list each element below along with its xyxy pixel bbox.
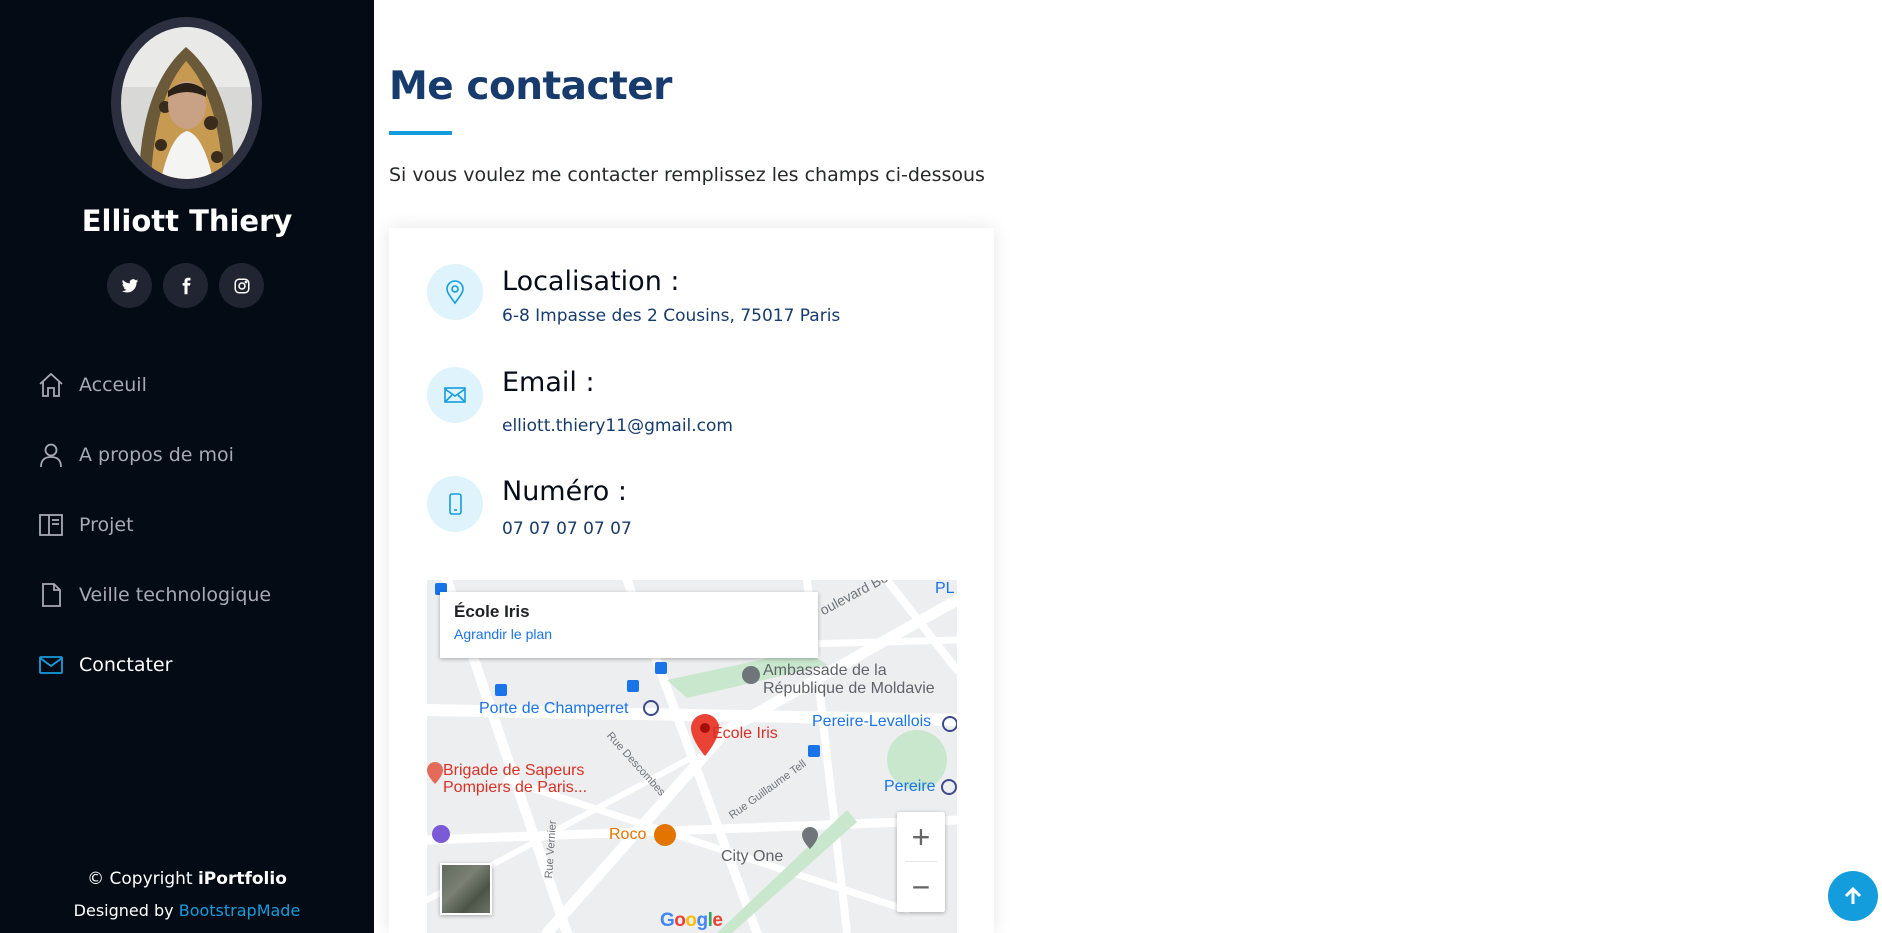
nav-item-acceuil[interactable]: Acceuil xyxy=(37,350,271,420)
map-label: Pompiers de Paris... xyxy=(443,779,588,796)
main-nav: Acceuil A propos de moi Projet Veille te… xyxy=(37,350,271,700)
map-label: Pereire-Levallois xyxy=(812,713,932,730)
embedded-map[interactable]: École Iris Agrandir le plan Ambassade de… xyxy=(427,580,957,933)
home-icon xyxy=(39,372,63,397)
phone-label: Numéro : xyxy=(502,476,627,507)
copyright-brand: iPortfolio xyxy=(197,869,287,889)
instagram-icon xyxy=(234,278,249,293)
nav-label: Veille technologique xyxy=(79,584,272,606)
credits-prefix: Designed by xyxy=(73,901,179,920)
location-icon xyxy=(427,264,483,320)
map-label: Porte de Champerret xyxy=(479,700,629,717)
map-place-card: École Iris Agrandir le plan xyxy=(440,592,818,658)
profile-name: Elliott Thiery xyxy=(81,204,293,238)
person-icon xyxy=(40,443,62,468)
nav-label: A propos de moi xyxy=(79,444,234,466)
credits: Designed by BootstrapMade xyxy=(0,895,374,926)
profile-avatar-frame xyxy=(111,17,262,189)
avatar xyxy=(121,27,252,179)
nav-item-a-propos[interactable]: A propos de moi xyxy=(37,420,271,490)
nav-item-projet[interactable]: Projet xyxy=(37,490,271,560)
copyright-prefix: © Copyright xyxy=(87,869,198,889)
map-label: Ambassade de la xyxy=(763,662,887,679)
map-label: Pereire xyxy=(884,778,936,795)
title-underline xyxy=(389,131,452,135)
satellite-toggle[interactable] xyxy=(440,863,492,915)
nav-label: Acceuil xyxy=(79,374,147,396)
twitter-link[interactable] xyxy=(107,263,152,308)
phone-value: 07 07 07 07 07 xyxy=(502,519,632,539)
location-label: Localisation : xyxy=(502,266,680,297)
enlarge-map-link[interactable]: Agrandir le plan xyxy=(454,626,804,642)
zoom-out-button[interactable]: − xyxy=(897,862,945,912)
phone-icon xyxy=(427,476,483,532)
map-zoom-control: + − xyxy=(897,812,945,912)
email-label: Email : xyxy=(502,367,595,398)
zoom-in-button[interactable]: + xyxy=(897,812,945,862)
envelope-icon xyxy=(427,367,483,423)
map-pin-label: École Iris xyxy=(712,725,778,742)
sidebar-footer: © Copyright iPortfolio Designed by Boots… xyxy=(0,864,374,926)
email-value[interactable]: elliott.thiery11@gmail.com xyxy=(502,416,733,436)
map-label: Brigade de Sapeurs xyxy=(443,762,585,779)
sidebar: Elliott Thiery Acceuil A propos de moi P… xyxy=(0,0,374,933)
map-label: City One xyxy=(721,848,784,865)
twitter-icon xyxy=(121,278,138,293)
instagram-link[interactable] xyxy=(219,263,264,308)
file-icon xyxy=(42,583,61,607)
google-logo: Google xyxy=(660,910,723,931)
nav-label: Conctater xyxy=(79,654,173,676)
map-label: Roco xyxy=(609,826,647,843)
contact-info-card: Localisation : 6-8 Impasse des 2 Cousins… xyxy=(389,228,994,933)
designer-link[interactable]: BootstrapMade xyxy=(179,901,301,920)
social-links xyxy=(107,263,264,308)
section-description: Si vous voulez me contacter remplissez l… xyxy=(389,164,985,186)
zoom-separator xyxy=(905,861,937,862)
page-title: Me contacter xyxy=(389,64,672,109)
book-icon xyxy=(39,514,63,536)
location-value: 6-8 Impasse des 2 Cousins, 75017 Paris xyxy=(502,306,841,326)
map-place-name: École Iris xyxy=(454,602,530,621)
nav-label: Projet xyxy=(79,514,134,536)
copyright: © Copyright iPortfolio xyxy=(0,864,374,895)
back-to-top-button[interactable] xyxy=(1828,871,1878,921)
nav-item-veille[interactable]: Veille technologique xyxy=(37,560,271,630)
facebook-icon xyxy=(182,277,190,294)
facebook-link[interactable] xyxy=(163,263,208,308)
arrow-up-icon xyxy=(1844,886,1862,904)
map-label: République de Moldavie xyxy=(763,680,935,697)
envelope-icon xyxy=(39,656,63,674)
map-label: PL xyxy=(935,580,955,597)
nav-item-conctater[interactable]: Conctater xyxy=(37,630,271,700)
